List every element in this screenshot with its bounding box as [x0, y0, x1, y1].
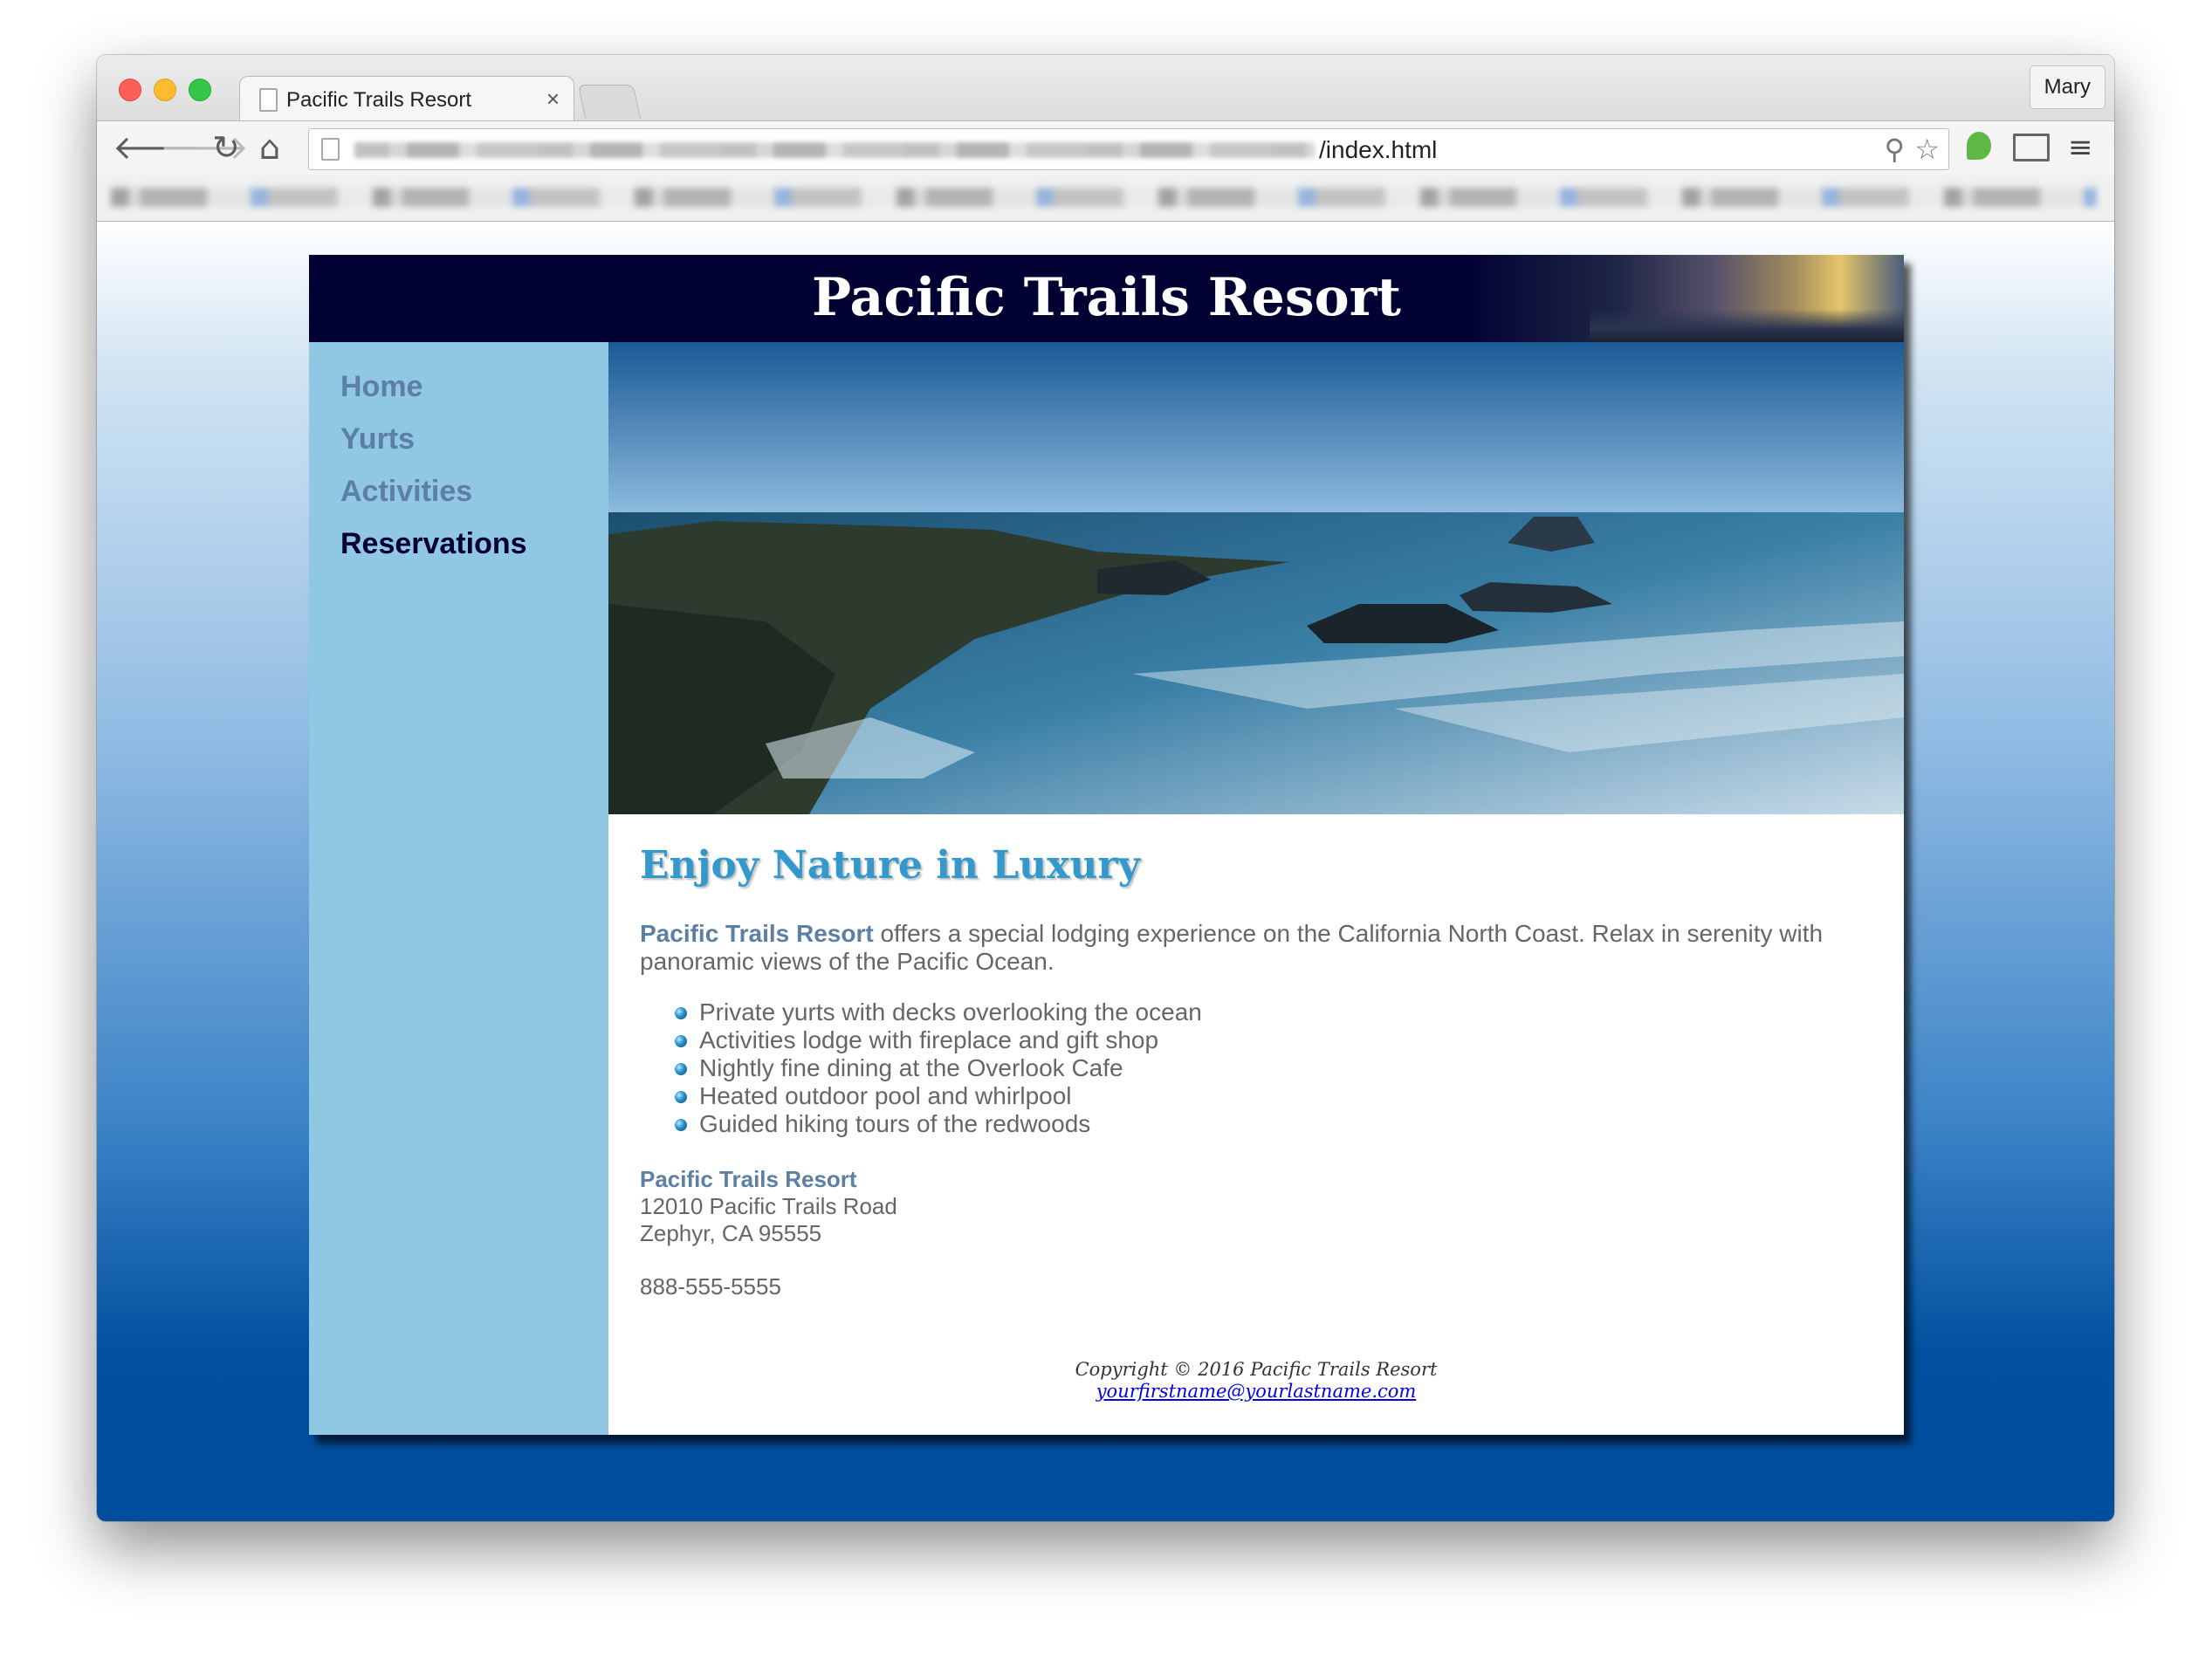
contact-street: 12010 Pacific Trails Road	[640, 1193, 897, 1219]
evernote-icon[interactable]	[1967, 132, 1991, 160]
site-footer: Copyright © 2016 Pacific Trails Resort y…	[608, 1359, 1904, 1403]
reload-icon[interactable]: ↻	[212, 130, 240, 165]
nav-link-activities[interactable]: Activities	[340, 475, 472, 509]
bullet-icon	[675, 1119, 687, 1131]
site-title: Pacific Trails Resort	[812, 267, 1401, 328]
site-nav: Home Yurts Activities Reservations	[309, 342, 608, 1435]
list-item-text: Activities lodge with fireplace and gift…	[699, 1026, 1159, 1053]
list-item-text: Heated outdoor pool and whirlpool	[699, 1082, 1072, 1109]
list-item: Heated outdoor pool and whirlpool	[671, 1082, 1202, 1110]
main-content: Enjoy Nature in Luxury Pacific Trails Re…	[608, 342, 1904, 1435]
minimize-window-button[interactable]	[154, 79, 176, 101]
intro-resort-name: Pacific Trails Resort	[640, 920, 874, 947]
address-bar[interactable]: /index.html ⚲ ☆	[308, 128, 1949, 170]
list-item: Nightly fine dining at the Overlook Cafe	[671, 1054, 1202, 1082]
nav-link-home[interactable]: Home	[340, 370, 422, 404]
new-tab-button[interactable]	[577, 85, 642, 119]
bullet-icon	[675, 1007, 687, 1019]
list-item-text: Private yurts with decks overlooking the…	[699, 998, 1202, 1025]
bookmarks-blurred	[111, 188, 2097, 207]
page-viewport: Pacific Trails Resort Home Yurts Activit…	[97, 222, 2114, 1521]
list-item-text: Guided hiking tours of the redwoods	[699, 1110, 1091, 1137]
email-link[interactable]: yourfirstname@yourlastname.com	[1096, 1381, 1417, 1402]
page-icon	[259, 88, 278, 112]
menu-icon[interactable]: ≡	[2068, 130, 2093, 165]
contact-phone: 888-555-5555	[640, 1273, 781, 1300]
list-item: Guided hiking tours of the redwoods	[671, 1110, 1202, 1138]
bullet-icon	[675, 1035, 687, 1047]
browser-toolbar: 🡐 🡒 ↻ ⌂ /index.html ⚲ ☆ ≡	[97, 120, 2114, 176]
contact-resort-name: Pacific Trails Resort	[640, 1166, 857, 1192]
page-icon	[321, 138, 340, 161]
tab-close-icon[interactable]: ×	[546, 86, 560, 113]
site-wrapper: Pacific Trails Resort Home Yurts Activit…	[309, 255, 1904, 1435]
cast-icon[interactable]	[2013, 134, 2050, 161]
list-item: Private yurts with decks overlooking the…	[671, 998, 1202, 1026]
profile-button[interactable]: Mary	[2029, 65, 2106, 109]
hero-coast-image	[608, 342, 1904, 814]
nav-link-reservations[interactable]: Reservations	[340, 527, 527, 561]
contact-address: Pacific Trails Resort 12010 Pacific Trai…	[640, 1166, 897, 1247]
page-headline: Enjoy Nature in Luxury	[640, 843, 1141, 888]
close-window-button[interactable]	[119, 79, 141, 101]
star-icon[interactable]: ☆	[1914, 133, 1940, 166]
intro-paragraph: Pacific Trails Resort offers a special l…	[640, 920, 1871, 976]
list-item-text: Nightly fine dining at the Overlook Cafe	[699, 1054, 1123, 1081]
bullet-icon	[675, 1091, 687, 1103]
contact-city: Zephyr, CA 95555	[640, 1220, 822, 1246]
bookmarks-bar	[97, 175, 2114, 222]
copyright-text: Copyright © 2016 Pacific Trails Resort	[1075, 1359, 1438, 1380]
url-blurred	[354, 142, 1315, 158]
features-list: Private yurts with decks overlooking the…	[671, 998, 1202, 1138]
tab-title: Pacific Trails Resort	[286, 88, 472, 112]
bullet-icon	[675, 1063, 687, 1075]
nav-link-yurts[interactable]: Yurts	[340, 422, 415, 456]
list-item: Activities lodge with fireplace and gift…	[671, 1026, 1202, 1054]
tab-strip: Pacific Trails Resort × Mary	[97, 55, 2114, 122]
browser-window: Pacific Trails Resort × Mary 🡐 🡒 ↻ ⌂ /in…	[97, 55, 2114, 1521]
url-text: /index.html	[1319, 136, 1438, 163]
site-header: Pacific Trails Resort	[309, 255, 1904, 342]
search-icon[interactable]: ⚲	[1885, 133, 1905, 166]
home-icon[interactable]: ⌂	[259, 130, 280, 165]
zoom-window-button[interactable]	[189, 79, 211, 101]
browser-tab[interactable]: Pacific Trails Resort ×	[239, 76, 574, 122]
